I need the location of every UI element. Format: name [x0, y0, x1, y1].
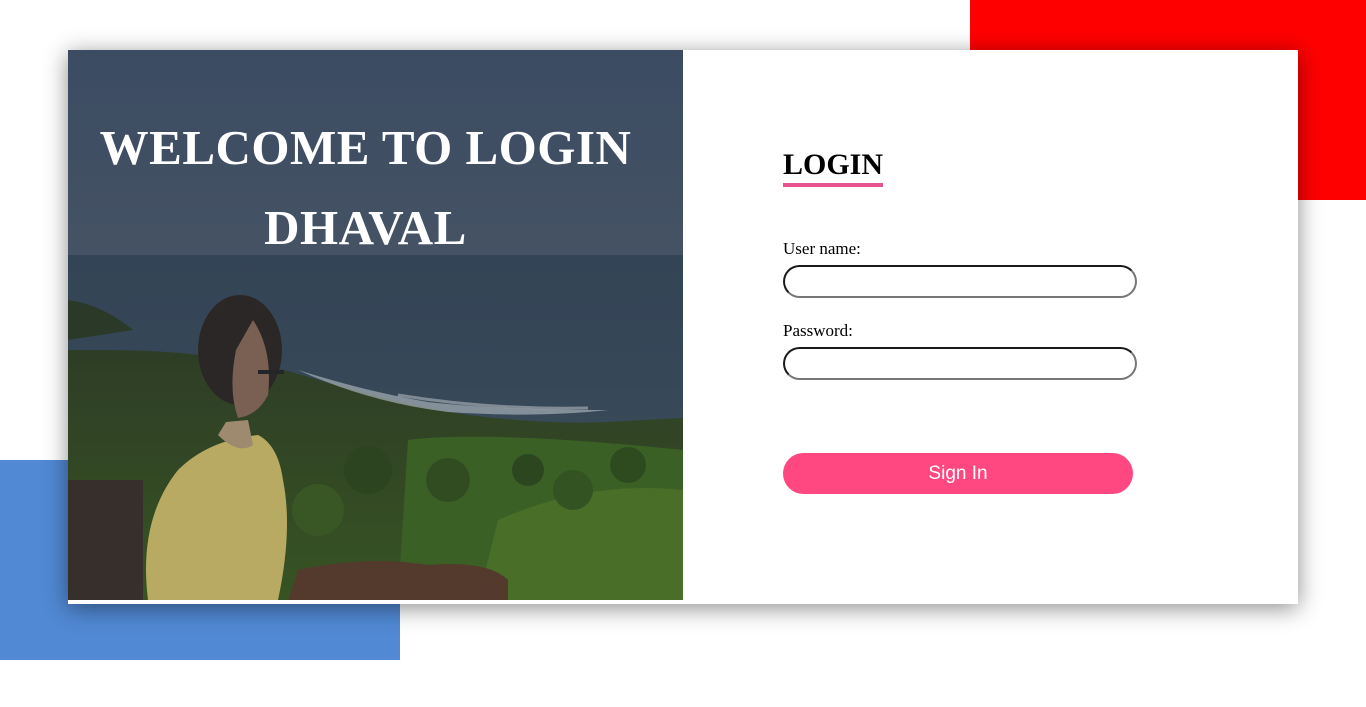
login-heading: LOGIN — [783, 148, 884, 187]
sign-in-button[interactable]: Sign In — [783, 453, 1133, 494]
welcome-title-line2: DHAVAL — [264, 200, 467, 255]
password-label: Password: — [783, 321, 853, 340]
password-input[interactable] — [783, 347, 1137, 380]
welcome-title-line1: WELCOME TO LOGIN — [99, 120, 632, 175]
hero-panel: WELCOME TO LOGIN DHAVAL — [68, 50, 683, 600]
login-card: WELCOME TO LOGIN DHAVAL LOGIN User name:… — [68, 50, 1298, 604]
username-input[interactable] — [783, 265, 1137, 298]
username-label: User name: — [783, 239, 861, 258]
welcome-title: WELCOME TO LOGIN DHAVAL — [68, 108, 663, 268]
login-form: LOGIN User name: Password: Sign In — [783, 50, 1263, 600]
